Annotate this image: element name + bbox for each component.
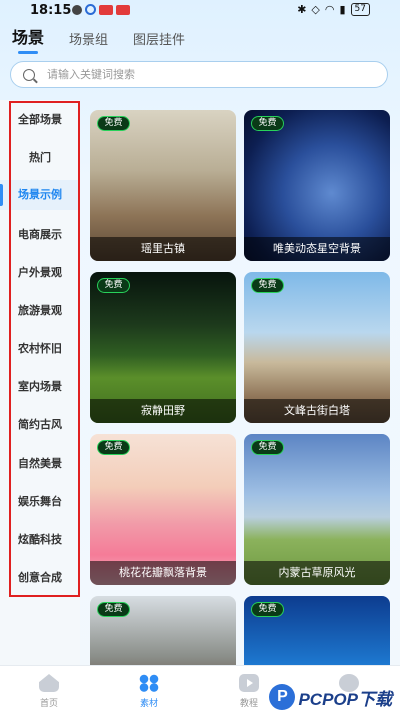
nav-tutorial-label: 教程 (239, 699, 258, 709)
tab-scene[interactable]: 场景 (12, 24, 44, 54)
category-all[interactable]: 全部场景 (0, 105, 80, 135)
search-icon (23, 68, 35, 81)
battery-icon: 57 (350, 3, 370, 16)
notification-icon (72, 4, 82, 15)
category-ancient[interactable]: 简约古风 (0, 410, 80, 440)
notification-icons (72, 4, 130, 15)
scene-card[interactable]: 免费 (244, 596, 390, 666)
card-title: 文峰古街白塔 (244, 399, 390, 423)
card-title: 内蒙古草原风光 (244, 561, 390, 585)
free-badge: 免费 (251, 278, 284, 293)
category-indoor[interactable]: 室内场景 (0, 372, 80, 402)
free-badge: 免费 (97, 278, 130, 293)
status-bar: 18:15 ✱ ◇ ◠ ▮ 57 (0, 0, 400, 22)
category-hot[interactable]: 热门 (0, 143, 80, 173)
free-badge: 免费 (251, 116, 284, 131)
scene-card[interactable]: 免费 文峰古街白塔 (244, 272, 390, 423)
signal-icon: ▮ (339, 3, 346, 16)
category-scene-example[interactable]: 场景示例 (0, 180, 80, 210)
mute-icon: ◇ (311, 3, 320, 16)
free-badge: 免费 (97, 440, 130, 455)
grid-icon (139, 674, 159, 692)
category-stage[interactable]: 娱乐舞台 (0, 487, 80, 517)
category-outdoor[interactable]: 户外景观 (0, 258, 80, 288)
card-title: 瑶里古镇 (90, 237, 236, 261)
nav-home[interactable]: 首页 (14, 674, 84, 709)
category-travel[interactable]: 旅游景观 (0, 296, 80, 326)
top-tabs: 场景 场景组 图层挂件 (12, 22, 210, 54)
nav-material[interactable]: 素材 (114, 674, 184, 709)
watermark-text: PCPOP下载 (298, 689, 392, 709)
watermark-logo: P (269, 684, 296, 710)
play-icon (239, 674, 259, 692)
free-badge: 免费 (251, 602, 284, 617)
category-creative[interactable]: 创意合成 (0, 563, 80, 593)
category-sidebar: 全部场景 热门 场景示例 电商展示 户外景观 旅游景观 农村怀旧 室内场景 简约… (0, 100, 80, 665)
status-time: 18:15 (30, 3, 72, 18)
home-icon (39, 674, 59, 692)
scene-grid: 免费 瑶里古镇 免费 唯美动态星空背景 免费 寂静田野 免费 文峰古街白塔 免费… (90, 110, 390, 666)
scene-card[interactable]: 免费 桃花花瓣飘落背景 (90, 434, 236, 585)
category-nature[interactable]: 自然美景 (0, 449, 80, 479)
scene-card[interactable]: 免费 (90, 596, 236, 666)
category-tech[interactable]: 炫酷科技 (0, 525, 80, 555)
scene-card[interactable]: 免费 寂静田野 (90, 272, 236, 423)
news-icon (116, 4, 130, 15)
nav-material-label: 素材 (139, 699, 158, 709)
status-right: ✱ ◇ ◠ ▮ 57 (297, 3, 370, 16)
category-rural[interactable]: 农村怀旧 (0, 334, 80, 364)
card-title: 唯美动态星空背景 (244, 237, 390, 261)
search-bar[interactable] (10, 61, 388, 88)
scene-card[interactable]: 免费 瑶里古镇 (90, 110, 236, 261)
tab-scene-group[interactable]: 场景组 (69, 29, 108, 52)
search-input[interactable] (47, 68, 347, 81)
scene-card[interactable]: 免费 唯美动态星空背景 (244, 110, 390, 261)
category-ecommerce[interactable]: 电商展示 (0, 220, 80, 250)
tab-layer-widget[interactable]: 图层挂件 (133, 29, 185, 52)
card-title: 桃花花瓣飘落背景 (90, 561, 236, 585)
mail-icon (99, 4, 113, 15)
card-title: 寂静田野 (90, 399, 236, 423)
wifi-icon: ◠ (324, 3, 335, 16)
app-icon (85, 4, 96, 15)
bluetooth-icon: ✱ (297, 3, 307, 16)
free-badge: 免费 (97, 116, 130, 131)
watermark: P PCPOP下载 (269, 684, 392, 710)
free-badge: 免费 (251, 440, 284, 455)
scene-card[interactable]: 免费 内蒙古草原风光 (244, 434, 390, 585)
free-badge: 免费 (97, 602, 130, 617)
nav-home-label: 首页 (39, 699, 58, 709)
